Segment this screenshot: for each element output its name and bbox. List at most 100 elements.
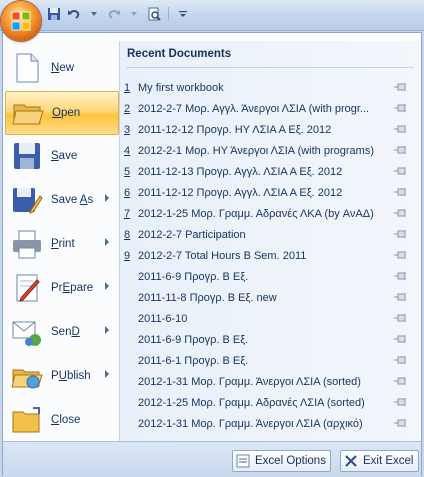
recent-document-item[interactable]: 2012-1-31 Μορ. Γραμμ. Άνεργοι ΛΣΙΑ (αρχι… bbox=[124, 414, 412, 434]
recent-document-name: 2011-6-9 Προγρ. Β Εξ. bbox=[138, 334, 249, 346]
open-label: Open bbox=[52, 107, 81, 119]
recent-document-name: 2011-6-1 Προγρ. Β Εξ. bbox=[138, 355, 249, 367]
recent-header-rule bbox=[126, 67, 414, 68]
recent-document-item[interactable]: 7 2012-1-25 Μορ. Γραμμ. Αδρανές ΛΚΑ (by Α… bbox=[124, 204, 412, 224]
close-label: Close bbox=[51, 414, 81, 426]
recent-document-item[interactable]: 2011-11-8 Προγρ. Β Εξ. new bbox=[124, 288, 412, 308]
quick-access-toolbar bbox=[0, 0, 424, 31]
undo-icon[interactable] bbox=[66, 6, 82, 22]
recent-document-number: 3 bbox=[124, 124, 131, 136]
pin-icon[interactable] bbox=[394, 292, 408, 303]
printer-icon bbox=[13, 230, 41, 259]
pin-icon[interactable] bbox=[394, 82, 408, 93]
pin-icon[interactable] bbox=[394, 376, 408, 387]
pin-icon[interactable] bbox=[394, 124, 408, 135]
prepare-command[interactable]: PrEpare bbox=[5, 267, 117, 309]
recent-document-name: 2012-1-25 Μορ. Γραμμ. Αδρανές ΛΚΑ (by Αν… bbox=[138, 208, 374, 220]
office-menu: New Open Save Save As Print PrEpare SenD… bbox=[2, 32, 422, 476]
office-logo-icon bbox=[11, 11, 31, 31]
recent-document-name: 2012-2-7 Participation bbox=[138, 229, 246, 241]
recent-document-number: 1 bbox=[124, 82, 131, 94]
send-submenu-arrow-icon bbox=[105, 326, 109, 334]
publish-command[interactable]: PUblish bbox=[5, 355, 117, 397]
pin-icon[interactable] bbox=[394, 271, 408, 282]
save-as-submenu-arrow-icon bbox=[105, 194, 109, 202]
recent-document-item[interactable]: 9 2012-2-7 Total Hours B Sem. 2011 bbox=[124, 246, 412, 266]
recent-document-item[interactable]: 2011-6-1 Προγρ. Β Εξ. bbox=[124, 351, 412, 371]
recent-documents-header: Recent Documents bbox=[127, 48, 232, 60]
pin-icon[interactable] bbox=[394, 250, 408, 261]
recent-document-name: 2011-11-8 Προγρ. Β Εξ. new bbox=[138, 292, 277, 304]
open-command[interactable]: Open bbox=[5, 91, 119, 135]
save-as-icon bbox=[13, 188, 43, 214]
recent-document-item[interactable]: 2 2012-2-7 Μορ. Αγγλ. Άνεργοι ΛΣΙΑ (with … bbox=[124, 99, 412, 119]
close-icon bbox=[345, 455, 357, 467]
pin-icon[interactable] bbox=[394, 355, 408, 366]
pin-icon[interactable] bbox=[394, 208, 408, 219]
redo-dropdown-icon[interactable] bbox=[126, 6, 142, 22]
recent-document-name: 2011-12-13 Προγρ. Αγγλ. ΛΣΙΑ Α Εξ. 2012 bbox=[138, 166, 343, 178]
print-command[interactable]: Print bbox=[5, 223, 117, 265]
recent-document-item[interactable]: 8 2012-2-7 Participation bbox=[124, 225, 412, 245]
customize-icon[interactable] bbox=[175, 6, 191, 22]
recent-document-item[interactable]: 3 2011-12-12 Προγρ. ΗΥ ΛΣΙΑ Α Εξ. 2012 bbox=[124, 120, 412, 140]
save-icon[interactable] bbox=[46, 6, 62, 22]
pin-icon[interactable] bbox=[394, 187, 408, 198]
pin-icon[interactable] bbox=[394, 229, 408, 240]
recent-document-number: 7 bbox=[124, 208, 131, 220]
recent-document-number: 8 bbox=[124, 229, 131, 241]
redo-icon[interactable] bbox=[106, 6, 122, 22]
send-command[interactable]: SenD bbox=[5, 311, 117, 353]
recent-document-item[interactable]: 2011-6-10 bbox=[124, 309, 412, 329]
recent-document-name: 2012-1-31 Μορ. Γραμμ. Άνεργοι ΛΣΙΑ (αρχι… bbox=[138, 418, 363, 430]
excel-options-button[interactable]: Excel Options bbox=[232, 450, 331, 472]
pin-icon[interactable] bbox=[394, 334, 408, 345]
recent-document-name: My first workbook bbox=[138, 82, 224, 94]
close-command[interactable]: Close bbox=[5, 399, 117, 441]
exit-excel-button[interactable]: Exit Excel bbox=[340, 450, 419, 472]
recent-document-item[interactable]: 6 2011-12-12 Προγρ. Αγγλ. ΛΣΙΑ Α Εξ. 2012 bbox=[124, 183, 412, 203]
menu-footer: Excel Options Exit Excel bbox=[3, 441, 421, 476]
print-label: Print bbox=[51, 238, 75, 250]
toolbar-separator bbox=[168, 7, 169, 21]
new-label: New bbox=[51, 62, 75, 74]
recent-document-item[interactable]: 4 2012-2-1 Μορ. ΗΥ Άνεργοι ΛΣΙΑ (with pro… bbox=[124, 141, 412, 161]
new-command[interactable]: New bbox=[5, 47, 117, 89]
publish-submenu-arrow-icon bbox=[105, 370, 109, 378]
print-preview-icon[interactable] bbox=[146, 6, 162, 22]
recent-document-item[interactable]: 2011-6-9 Προγρ. Β Εξ. bbox=[124, 330, 412, 350]
pin-icon[interactable] bbox=[394, 145, 408, 156]
print-submenu-arrow-icon bbox=[105, 238, 109, 246]
open-folder-icon bbox=[12, 104, 44, 125]
save-as-command[interactable]: Save As bbox=[5, 179, 117, 221]
recent-document-number: 9 bbox=[124, 250, 131, 262]
recent-document-number: 5 bbox=[124, 166, 131, 178]
recent-document-name: 2012-1-25 Μορ. Γραμμ. Αδρανές ΛΣΙΑ (sort… bbox=[138, 397, 365, 409]
command-list: New Open Save Save As Print PrEpare SenD… bbox=[3, 41, 119, 441]
recent-document-name: 2011-6-9 Προγρ. Β Εξ. bbox=[138, 271, 249, 283]
exit-excel-label: Exit Excel bbox=[363, 455, 414, 467]
recent-document-item[interactable]: 1 My first workbook bbox=[124, 78, 412, 98]
recent-document-name: 2012-2-1 Μορ. ΗΥ Άνεργοι ΛΣΙΑ (with prog… bbox=[138, 145, 374, 157]
pin-icon[interactable] bbox=[394, 166, 408, 177]
pin-icon[interactable] bbox=[394, 103, 408, 114]
office-button[interactable] bbox=[1, 1, 41, 41]
undo-dropdown-icon[interactable] bbox=[86, 6, 102, 22]
recent-document-item[interactable]: 2012-1-31 Μορ. Γραμμ. Άνεργοι ΛΣΙΑ (sort… bbox=[124, 372, 412, 392]
recent-document-name: 2011-6-10 bbox=[138, 313, 188, 325]
close-folder-icon bbox=[12, 407, 40, 433]
publish-label: PUblish bbox=[51, 370, 91, 382]
recent-document-item[interactable]: 2012-1-25 Μορ. Γραμμ. Αδρανές ΛΣΙΑ (sort… bbox=[124, 393, 412, 413]
recent-document-item[interactable]: 2011-6-9 Προγρ. Β Εξ. bbox=[124, 267, 412, 287]
save-label: Save bbox=[51, 150, 78, 162]
recent-document-number: 6 bbox=[124, 187, 131, 199]
pin-icon[interactable] bbox=[394, 313, 408, 324]
publish-icon bbox=[11, 369, 43, 389]
recent-document-item[interactable]: 5 2011-12-13 Προγρ. Αγγλ. ΛΣΙΑ Α Εξ. 2012 bbox=[124, 162, 412, 182]
pin-icon[interactable] bbox=[394, 397, 408, 408]
recent-document-name: 2011-12-12 Προγρ. Αγγλ. ΛΣΙΑ Α Εξ. 2012 bbox=[138, 187, 343, 199]
new-document-icon bbox=[16, 53, 39, 83]
pin-icon[interactable] bbox=[394, 418, 408, 429]
save-command[interactable]: Save bbox=[5, 135, 117, 177]
save-disk-icon bbox=[14, 143, 40, 169]
